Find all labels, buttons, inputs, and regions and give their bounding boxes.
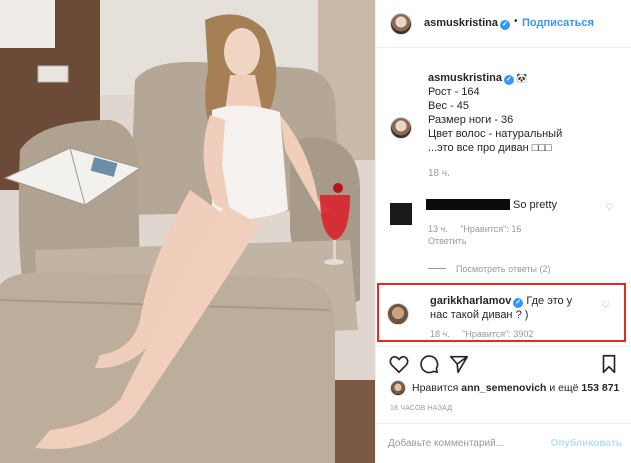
replies-divider bbox=[428, 268, 446, 269]
commenter-avatar[interactable] bbox=[387, 303, 409, 325]
comment-meta: 13 ч. "Нравится": 16 bbox=[428, 224, 531, 234]
comment-likes[interactable]: "Нравится": 16 bbox=[460, 224, 521, 234]
post-header: asmuskristina ✓ • Подписаться bbox=[376, 0, 631, 48]
comment-text: garikkharlamov ✓ Где это у нас такой дива… bbox=[430, 295, 573, 321]
author-username[interactable]: asmuskristina ✓ bbox=[424, 17, 510, 30]
comment-input[interactable]: Добавьте комментарий... bbox=[388, 438, 504, 449]
separator-dot: • bbox=[514, 16, 518, 27]
publish-button[interactable]: Опубликовать bbox=[551, 438, 622, 449]
author-avatar[interactable] bbox=[390, 13, 412, 35]
commenter-username[interactable]: garikkharlamov ✓ bbox=[430, 295, 524, 308]
liker-username[interactable]: ann_semenovich bbox=[461, 382, 546, 394]
comment-icon[interactable] bbox=[418, 353, 440, 375]
comment-text: So pretty bbox=[513, 199, 558, 211]
caption-line: Вес - 45 bbox=[428, 100, 469, 112]
caption-avatar[interactable] bbox=[390, 117, 412, 139]
photo-illustration bbox=[0, 0, 375, 463]
bookmark-icon[interactable] bbox=[598, 353, 620, 375]
comment-meta: 18 ч. "Нравится": 3902 bbox=[430, 329, 543, 339]
like-comment-heart-icon[interactable]: ♡ bbox=[601, 300, 610, 311]
liker-avatar[interactable] bbox=[390, 380, 406, 396]
caption-username[interactable]: asmuskristina ✓ 🐼 bbox=[428, 72, 527, 85]
comment-time[interactable]: 18 ч. bbox=[430, 329, 450, 339]
redacted-username bbox=[426, 199, 510, 210]
comment-time[interactable]: 13 ч. bbox=[428, 224, 448, 234]
caption-line: ...это все про диван □□□ bbox=[428, 142, 552, 154]
panda-emoji: 🐼 bbox=[515, 73, 528, 83]
caption-text: Рост - 164 Вес - 45 Размер ноги - 36 Цве… bbox=[428, 85, 562, 155]
post-timestamp[interactable]: 18 ЧАСОВ НАЗАД bbox=[390, 405, 452, 412]
share-icon[interactable] bbox=[448, 353, 470, 375]
caption-time[interactable]: 18 ч. bbox=[428, 168, 450, 179]
highlighted-comment: garikkharlamov ✓ Где это у нас такой дива… bbox=[377, 283, 626, 342]
caption-line: Размер ноги - 36 bbox=[428, 114, 514, 126]
verified-badge-icon: ✓ bbox=[503, 75, 514, 85]
post-details-panel: asmuskristina ✓ • Подписаться asmuskristi… bbox=[375, 0, 631, 463]
like-comment-heart-icon[interactable]: ♡ bbox=[605, 202, 614, 213]
verified-badge-icon: ✓ bbox=[499, 20, 510, 30]
comment-likes[interactable]: "Нравится": 3902 bbox=[462, 329, 533, 339]
likes-count[interactable]: 153 871 bbox=[581, 382, 619, 394]
add-comment-bar: Добавьте комментарий... Опубликовать bbox=[376, 423, 631, 463]
reply-button[interactable]: Ответить bbox=[428, 236, 466, 246]
likes-text[interactable]: Нравится ann_semenovich и ещё 153 871 bbox=[412, 382, 619, 394]
caption-line: Рост - 164 bbox=[428, 86, 480, 98]
follow-button[interactable]: Подписаться bbox=[522, 17, 594, 29]
verified-badge-icon: ✓ bbox=[513, 298, 524, 308]
post-photo[interactable] bbox=[0, 0, 375, 463]
caption-line: Цвет волос - натуральный bbox=[428, 128, 563, 140]
view-replies-button[interactable]: Посмотреть ответы (2) bbox=[428, 264, 551, 274]
heart-icon[interactable] bbox=[388, 353, 410, 375]
commenter-avatar-redacted[interactable] bbox=[390, 203, 412, 225]
view-replies-label[interactable]: Посмотреть ответы (2) bbox=[456, 264, 551, 274]
action-bar bbox=[376, 346, 631, 380]
